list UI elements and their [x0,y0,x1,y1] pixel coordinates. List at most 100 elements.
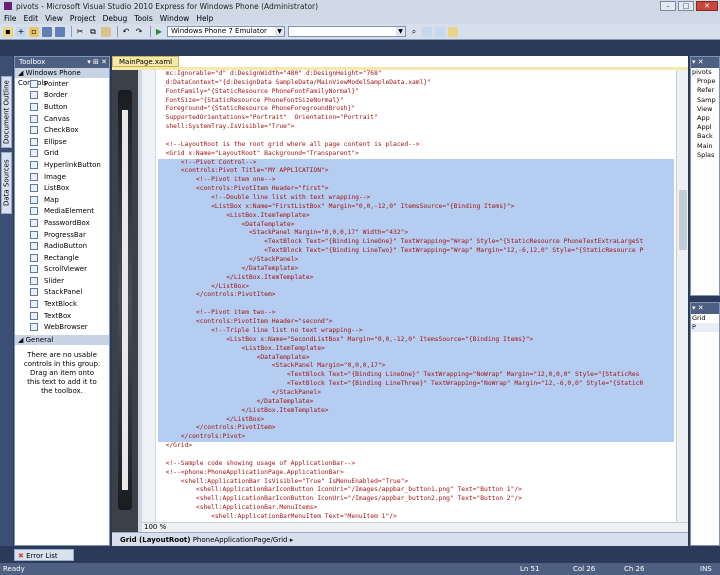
toolbox-item[interactable]: MediaElement [15,206,109,218]
add-item-icon[interactable]: + [16,26,26,37]
code-line[interactable]: <TextBlock Text="{Binding LineOne}" Text… [158,371,674,381]
code-line[interactable]: </controls:Pivot> [158,433,674,443]
tab-error-list[interactable]: ✖ Error List [14,549,74,561]
properties-row[interactable]: P [691,323,719,333]
toolbox-item[interactable]: CheckBox [15,124,109,136]
toolbox-item[interactable]: StackPanel [15,287,109,299]
scrollbar-thumb[interactable] [679,190,687,250]
toolbox-item[interactable]: TextBox [15,310,109,322]
code-line[interactable]: <controls:PivotItem Header="second"> [158,318,674,327]
tab-document-outline[interactable]: Document Outline [1,76,12,148]
code-line[interactable]: <TextBlock Text="{Binding LineOne}" Text… [158,238,674,248]
code-line[interactable]: </ListBox> [158,415,674,425]
maximize-button[interactable]: □ [678,1,694,11]
menu-view[interactable]: View [45,14,63,23]
code-line[interactable]: d:DataContext="{d:DesignData SampleData/… [158,79,674,88]
code-line[interactable]: <ListBox x:Name="SecondListBox" Margin="… [158,335,674,345]
paste-icon[interactable] [101,26,111,37]
code-line[interactable]: <StackPanel Margin="0,0,0,17" Width="432… [158,229,674,239]
properties-icon[interactable] [435,26,445,37]
toolbox-group-header[interactable]: ◢ Windows Phone Controls [15,68,109,87]
code-line[interactable]: </DataTemplate> [158,264,674,274]
code-line[interactable] [158,451,674,460]
menu-file[interactable]: File [4,14,17,23]
code-line[interactable]: <!--Triple line list no text wrapping--> [158,326,674,336]
deployment-target-select[interactable]: Windows Phone 7 Emulator ▼ [167,26,285,37]
solution-tree-item[interactable]: Splas [691,151,719,160]
find-icon[interactable]: ⌕ [409,27,419,37]
code-line[interactable]: <shell:ApplicationBarIconButton IconUri=… [158,486,674,495]
code-line[interactable]: </controls:PivotItem> [158,424,674,434]
code-line[interactable]: </StackPanel> [158,388,674,398]
solution-tree-item[interactable]: pivots [691,68,719,77]
solution-tree-item[interactable]: View [691,105,719,114]
code-line[interactable]: <controls:PivotItem Header="first"> [158,185,674,195]
toolbox-item[interactable]: Canvas [15,113,109,125]
code-line[interactable] [158,300,674,310]
code-line[interactable]: </ListBox.ItemTemplate> [158,406,674,416]
toolbox-item[interactable]: Rectangle [15,252,109,264]
code-line[interactable]: <TextBlock Text="{Binding LineThree}" Te… [158,380,674,389]
code-line[interactable]: </DataTemplate> [158,397,674,407]
solution-tree-item[interactable]: App [691,114,719,123]
toolbox-item[interactable]: Grid [15,148,109,160]
toolbox-item[interactable]: Ellipse [15,136,109,148]
toolbox-icon[interactable] [448,26,458,37]
general-group-header[interactable]: ◢ General [15,335,109,346]
tab-mainpage-xaml[interactable]: MainPage.xaml [112,56,180,67]
solution-tree-item[interactable]: Refer [691,86,719,95]
menu-window[interactable]: Window [160,14,190,23]
pin-icon[interactable]: ▾ ⊞ ✕ [87,57,107,68]
menu-tools[interactable]: Tools [134,14,152,23]
toolbox-item[interactable]: ScrollViewer [15,264,109,276]
code-line[interactable]: <DataTemplate> [158,353,674,363]
zoom-level[interactable]: 100 % [144,523,166,531]
code-line[interactable]: SupportedOrientations="Portrait" Orienta… [158,114,674,123]
code-line[interactable] [158,132,674,141]
code-line[interactable]: </Grid> [158,442,674,451]
solution-tree-item[interactable]: Prope [691,77,719,86]
code-line[interactable]: Foreground="{StaticResource PhoneForegro… [158,105,674,114]
breadcrumb-item-grid[interactable]: Grid (LayoutRoot) [120,536,190,544]
code-line[interactable]: <ListBox x:Name="FirstListBox" Margin="0… [158,202,674,212]
new-project-icon[interactable]: ▪ [3,26,13,37]
menu-debug[interactable]: Debug [103,14,128,23]
cut-icon[interactable]: ✂ [75,27,85,37]
code-line[interactable]: <!--LayoutRoot is the root grid where al… [158,141,674,150]
code-line[interactable]: FontFamily="{StaticResource PhoneFontFam… [158,88,674,97]
code-line[interactable]: <!--Double line list with text wrapping-… [158,194,674,203]
start-debugging-icon[interactable]: ▶ [154,27,164,37]
code-line[interactable]: mc:Ignorable="d" d:DesignWidth="480" d:D… [158,70,674,79]
vertical-scrollbar[interactable] [676,70,688,522]
toolbox-item[interactable]: Map [15,194,109,206]
code-line[interactable]: shell:SystemTray.IsVisible="True"> [158,123,674,132]
code-line[interactable]: </ListBox.ItemTemplate> [158,273,674,283]
code-line[interactable]: <!--Pivot item one--> [158,176,674,186]
xaml-code-view[interactable]: mc:Ignorable="d" d:DesignWidth="480" d:D… [158,70,674,522]
toolbox-item[interactable]: HyperlinkButton [15,159,109,171]
code-line[interactable]: <shell:ApplicationBar.MenuItems> [158,504,674,513]
solution-tree-item[interactable]: Appl [691,123,719,132]
code-line[interactable]: <!--Pivot item two--> [158,309,674,319]
solution-explorer-icon[interactable] [422,26,432,37]
code-line[interactable]: <Grid x:Name="LayoutRoot" Background="Tr… [158,150,674,159]
redo-icon[interactable]: ↷ [134,27,144,37]
code-line[interactable]: <!--Sample code showing usage of Applica… [158,460,674,469]
code-line[interactable]: <controls:Pivot Title="MY APPLICATION"> [158,167,674,177]
menu-help[interactable]: Help [196,14,213,23]
design-view-pane[interactable] [112,70,138,532]
copy-icon[interactable]: ⧉ [88,27,98,37]
solution-tree-item[interactable]: Back [691,132,719,141]
code-line[interactable]: </ListBox> [158,282,674,292]
solution-tree-item[interactable]: Samp [691,96,719,105]
toolbox-item[interactable]: ListBox [15,182,109,194]
toolbox-item[interactable]: ProgressBar [15,229,109,241]
toolbox-item[interactable]: WebBrowser [15,321,109,333]
undo-icon[interactable]: ↶ [121,27,131,37]
open-file-icon[interactable]: ▫ [29,26,39,37]
toolbox-item[interactable]: RadioButton [15,240,109,252]
code-line[interactable]: </StackPanel> [158,256,674,265]
code-line[interactable]: <ListBox.ItemTemplate> [158,211,674,221]
toolbox-item[interactable]: Button [15,101,109,113]
code-line[interactable]: <TextBlock Text="{Binding LineTwo}" Text… [158,247,674,257]
